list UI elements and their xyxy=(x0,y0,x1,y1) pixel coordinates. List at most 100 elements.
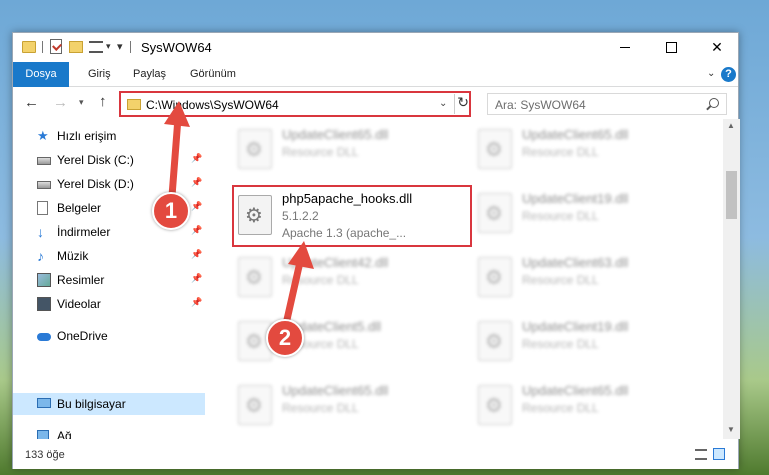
address-bar[interactable]: C:\Windows\SysWOW64 ⌄ ↻ xyxy=(119,91,471,117)
search-icon[interactable] xyxy=(709,98,719,108)
maximize-button[interactable] xyxy=(648,33,694,62)
nav-item-label: Bu bilgisayar xyxy=(57,397,126,411)
refresh-icon[interactable]: ↻ xyxy=(454,94,469,114)
pin-icon[interactable]: 📌 xyxy=(191,201,202,212)
forward-arrow-icon[interactable]: → xyxy=(53,94,68,111)
annotation-badge-1: 1 xyxy=(152,192,190,230)
folder-icon xyxy=(22,41,36,53)
pin-icon[interactable]: 📌 xyxy=(191,225,202,236)
dll-file-icon xyxy=(238,257,272,297)
search-input[interactable]: Ara: SysWOW64 xyxy=(495,98,586,112)
nav-item-label: Hızlı erişim xyxy=(57,129,117,143)
nav-item-this-pc[interactable]: Bu bilgisayar xyxy=(13,393,205,415)
address-history-icon[interactable]: ⌄ xyxy=(439,98,447,109)
file-tile[interactable]: UpdateClient19.dll Resource DLL xyxy=(458,185,678,239)
file-description: Resource DLL xyxy=(522,145,599,159)
folder-icon xyxy=(127,99,141,110)
search-box[interactable]: Ara: SysWOW64 xyxy=(487,93,727,115)
nav-item-pictures[interactable]: Resimler 📌 xyxy=(13,269,205,291)
videos-icon xyxy=(37,297,51,311)
file-tile[interactable]: UpdateClient19.dll Resource DLL xyxy=(458,313,678,367)
pin-icon[interactable]: 📌 xyxy=(191,249,202,260)
file-description: Resource DLL xyxy=(522,401,599,415)
recent-locations-icon[interactable]: ▾ xyxy=(79,97,84,108)
new-folder-icon[interactable] xyxy=(69,41,83,53)
file-version: 5.1.2.2 xyxy=(282,209,319,223)
minimize-button[interactable] xyxy=(602,33,648,62)
star-icon: ★ xyxy=(37,128,49,143)
scroll-up-icon[interactable]: ▲ xyxy=(727,121,735,130)
nav-item-label: Yerel Disk (C:) xyxy=(57,153,134,167)
file-description: Apache 1.3 (apache_... xyxy=(282,226,407,240)
drive-icon xyxy=(37,157,51,165)
dll-file-icon xyxy=(478,193,512,233)
nav-item-label: Yerel Disk (D:) xyxy=(57,177,134,191)
file-description: Resource DLL xyxy=(282,401,359,415)
pin-icon[interactable]: 📌 xyxy=(191,153,202,164)
file-tile[interactable]: UpdateClient65.dll Resource DLL xyxy=(218,121,438,175)
file-tile[interactable]: UpdateClient63.dll Resource DLL xyxy=(458,249,678,303)
nav-item-quick-access[interactable]: ★ Hızlı erişim xyxy=(13,125,205,147)
drive-icon xyxy=(37,181,51,189)
nav-item-label: Müzik xyxy=(57,249,89,263)
dll-file-icon xyxy=(478,129,512,169)
properties-icon[interactable] xyxy=(50,39,62,54)
file-tile[interactable]: UpdateClient5.dll Resource DLL xyxy=(218,313,438,367)
nav-item-videos[interactable]: Videolar 📌 xyxy=(13,293,205,315)
nav-item-local-disk-d[interactable]: Yerel Disk (D:) 📌 xyxy=(13,173,205,195)
window-title: SysWOW64 xyxy=(141,40,212,55)
file-name: UpdateClient65.dll xyxy=(282,127,389,142)
address-path[interactable]: C:\Windows\SysWOW64 xyxy=(146,98,279,112)
ribbon: Dosya Giriş Paylaş Görünüm ⌄ ? xyxy=(13,62,738,87)
tiles-view-icon[interactable] xyxy=(713,448,725,460)
tab-home[interactable]: Giriş xyxy=(76,62,123,87)
navigation-bar: ← → ▾ ↑ C:\Windows\SysWOW64 ⌄ ↻ Ara: Sys… xyxy=(13,88,738,118)
details-view-icon[interactable] xyxy=(695,449,707,460)
expand-ribbon-icon[interactable]: ⌄ xyxy=(707,68,715,79)
file-tile[interactable]: UpdateClient65.dll Resource DLL xyxy=(458,121,678,175)
pin-icon[interactable]: 📌 xyxy=(191,297,202,308)
onedrive-icon xyxy=(37,333,51,341)
file-description: Resource DLL xyxy=(522,209,599,223)
nav-item-label: Belgeler xyxy=(57,201,102,215)
file-description: Resource DLL xyxy=(282,145,359,159)
file-name: UpdateClient19.dll xyxy=(522,319,629,334)
selected-file-tile[interactable]: php5apache_hooks.dll 5.1.2.2 Apache 1.3 … xyxy=(232,185,472,247)
scrollbar-thumb[interactable] xyxy=(726,171,737,219)
scroll-down-icon[interactable]: ▼ xyxy=(727,425,735,434)
tab-view[interactable]: Görünüm xyxy=(178,62,248,87)
dll-file-icon xyxy=(238,195,272,235)
tab-file[interactable]: Dosya xyxy=(13,62,69,87)
up-arrow-icon[interactable]: ↑ xyxy=(99,93,107,110)
toolbar-divider xyxy=(42,41,43,53)
nav-item-onedrive[interactable]: OneDrive xyxy=(13,325,205,347)
back-arrow-icon[interactable]: ← xyxy=(24,94,39,111)
close-button[interactable] xyxy=(694,33,740,62)
computer-icon xyxy=(37,398,51,408)
file-tile[interactable]: UpdateClient65.dll Resource DLL xyxy=(458,377,678,431)
nav-item-music[interactable]: ♪ Müzik 📌 xyxy=(13,245,205,267)
pictures-icon xyxy=(37,273,51,287)
views-icon[interactable] xyxy=(89,41,103,53)
tab-share[interactable]: Paylaş xyxy=(121,62,178,87)
file-tile[interactable]: UpdateClient65.dll Resource DLL xyxy=(218,377,438,431)
vertical-scrollbar[interactable]: ▲ ▼ xyxy=(723,119,740,439)
pin-icon[interactable]: 📌 xyxy=(191,177,202,188)
status-bar: 133 öğe xyxy=(13,439,738,469)
file-name: UpdateClient65.dll xyxy=(522,127,629,142)
toolbar-divider xyxy=(130,41,131,53)
quick-access-dropdown-icon[interactable]: ▾ xyxy=(106,41,111,57)
dll-file-icon xyxy=(478,257,512,297)
nav-item-local-disk-c[interactable]: Yerel Disk (C:) 📌 xyxy=(13,149,205,171)
nav-item-label: OneDrive xyxy=(57,329,108,343)
dll-file-icon xyxy=(238,129,272,169)
dll-file-icon xyxy=(478,321,512,361)
help-icon[interactable]: ? xyxy=(721,67,736,82)
dll-file-icon xyxy=(478,385,512,425)
file-name: php5apache_hooks.dll xyxy=(282,191,413,206)
file-description: Resource DLL xyxy=(282,273,359,287)
pin-icon[interactable]: 📌 xyxy=(191,273,202,284)
file-tile[interactable]: UpdateClient42.dll Resource DLL xyxy=(218,249,438,303)
file-description: Resource DLL xyxy=(522,273,599,287)
customize-toolbar-icon[interactable]: ▾ xyxy=(117,40,123,56)
